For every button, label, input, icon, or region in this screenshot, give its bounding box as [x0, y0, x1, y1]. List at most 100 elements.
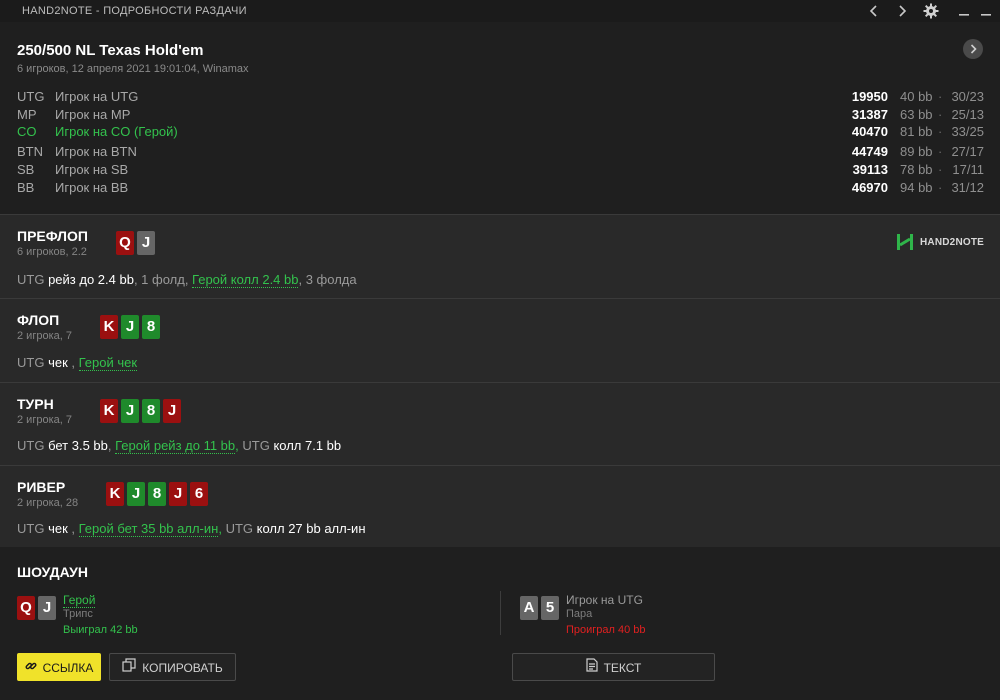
- link-button-label: ССЫЛКА: [42, 660, 94, 675]
- street-preflop: ПРЕФЛОП 6 игроков, 2.2 QJ HAND2NOTE UTG …: [0, 214, 1000, 298]
- action-text: ,: [67, 355, 79, 370]
- action-text: бет 3.5 bb: [44, 438, 108, 453]
- gear-icon[interactable]: [922, 2, 940, 20]
- title-bar: HAND2NOTE - ПОДРОБНОСТИ РАЗДАЧИ: [0, 0, 1000, 22]
- hero-hand-rank: Трипс: [63, 608, 93, 620]
- card: J: [121, 315, 139, 339]
- player-row[interactable]: BTN Игрок на BTN 44749 89 bb · 27/17: [0, 144, 1000, 162]
- card: 6: [190, 482, 208, 506]
- player-row[interactable]: MP Игрок на MP 31387 63 bb · 25/13: [0, 107, 1000, 125]
- card: K: [100, 399, 118, 423]
- player-stack: 19950: [851, 89, 888, 104]
- player-position: SB: [17, 162, 35, 177]
- player-name[interactable]: Игрок на SB: [55, 162, 128, 177]
- action-text: , 1 фолд,: [133, 272, 193, 287]
- player-stats: 17/11: [952, 162, 984, 177]
- hero-name[interactable]: Герой: [63, 593, 96, 608]
- hero-result: Выиграл 42 bb: [63, 624, 138, 636]
- action-player: UTG: [17, 355, 45, 370]
- action-player: UTG: [17, 521, 45, 536]
- player-name[interactable]: Игрок на CO (Герой): [55, 124, 178, 139]
- hole-cards: QJ: [116, 231, 158, 255]
- player-stack-bb: 40 bb: [900, 89, 933, 104]
- copy-button[interactable]: КОПИРОВАТЬ: [109, 653, 236, 681]
- document-icon: [585, 655, 598, 681]
- board-cards: KJ8J6: [106, 482, 211, 506]
- player-stack: 44749: [851, 144, 888, 159]
- street-turn: ТУРН 2 игрока, 7 KJ8J UTG бет 3.5 bb, Ге…: [0, 382, 1000, 465]
- street-river: РИВЕР 2 игрока, 28 KJ8J6 UTG чек , Герой…: [0, 465, 1000, 547]
- street-name: ПРЕФЛОП: [17, 228, 88, 244]
- hero-action[interactable]: Герой бет 35 bb алл-ин: [78, 521, 219, 537]
- action-player: UTG: [17, 438, 45, 453]
- player-position: BTN: [17, 144, 43, 159]
- card: 5: [541, 596, 559, 620]
- player-stack-bb: 94 bb: [900, 180, 933, 195]
- villain-result: Проиграл 40 bb: [566, 624, 646, 636]
- player-name[interactable]: Игрок на BTN: [55, 144, 137, 159]
- board-cards: KJ8J: [100, 399, 184, 423]
- separator-dot: ·: [938, 107, 943, 122]
- player-stack-bb: 81 bb: [900, 124, 933, 139]
- player-stats: 25/13: [951, 107, 984, 122]
- hero-cards: QJ: [17, 596, 59, 620]
- card: Q: [116, 231, 134, 255]
- text-button[interactable]: ТЕКСТ: [512, 653, 715, 681]
- player-row-hero[interactable]: CO Игрок на CO (Герой) 40470 81 bb · 33/…: [0, 124, 1000, 142]
- street-actions: UTG чек , Герой бет 35 bb алл-ин, UTG ко…: [17, 521, 366, 537]
- player-stack-bb: 63 bb: [900, 107, 933, 122]
- logo-text: HAND2NOTE: [920, 237, 985, 248]
- action-text: колл 7.1 bb: [269, 438, 342, 453]
- street-flop: ФЛОП 2 игрока, 7 KJ8 UTG чек , Герой чек: [0, 298, 1000, 382]
- card: K: [100, 315, 118, 339]
- hero-action[interactable]: Герой рейз до 11 bb: [115, 438, 236, 454]
- card: 8: [142, 399, 160, 423]
- street-name: ТУРН: [17, 396, 54, 412]
- separator-dot: ·: [938, 144, 943, 159]
- action-text: чек: [44, 521, 68, 536]
- chevron-right-icon[interactable]: [963, 39, 983, 59]
- player-row[interactable]: SB Игрок на SB 39113 78 bb · 17/11: [0, 162, 1000, 180]
- chevron-left-icon[interactable]: [865, 2, 883, 20]
- action-text: рейз до 2.4 bb: [44, 272, 134, 287]
- game-subtitle: 6 игроков, 12 апреля 2021 19:01:04, Wina…: [17, 63, 249, 75]
- hand2note-logo-icon: [897, 234, 913, 250]
- player-stack-bb: 78 bb: [900, 162, 933, 177]
- player-name[interactable]: Игрок на BB: [55, 180, 128, 195]
- minimize-icon[interactable]: [955, 2, 973, 20]
- showdown-hero: QJ Герой Трипс Выиграл 42 bb: [17, 593, 317, 643]
- divider: [500, 591, 501, 635]
- player-stack: 46970: [851, 180, 888, 195]
- board-cards: KJ8: [100, 315, 163, 339]
- villain-hand-rank: Пара: [566, 608, 593, 620]
- action-player: UTG: [221, 521, 254, 536]
- link-icon: [25, 655, 37, 681]
- villain-cards: A5: [520, 596, 562, 620]
- hero-action[interactable]: Герой чек: [78, 355, 138, 371]
- player-name[interactable]: Игрок на MP: [55, 107, 130, 122]
- player-position: MP: [17, 107, 37, 122]
- player-row[interactable]: BB Игрок на BB 46970 94 bb · 31/12: [0, 180, 1000, 198]
- player-row[interactable]: UTG Игрок на UTG 19950 40 bb · 30/23: [0, 89, 1000, 107]
- player-position: CO: [17, 124, 37, 139]
- card: J: [38, 596, 56, 620]
- action-text: ,: [67, 521, 79, 536]
- link-button[interactable]: ССЫЛКА: [17, 653, 101, 681]
- street-info: 6 игроков, 2.2: [17, 246, 87, 258]
- street-actions: UTG чек , Герой чек: [17, 355, 138, 371]
- action-text: чек: [44, 355, 68, 370]
- game-title: 250/500 NL Texas Hold'em: [17, 42, 204, 59]
- hero-action[interactable]: Герой колл 2.4 bb: [192, 272, 299, 288]
- villain-name[interactable]: Игрок на UTG: [566, 593, 643, 607]
- card: J: [163, 399, 181, 423]
- text-button-label: ТЕКСТ: [603, 660, 642, 675]
- maximize-icon[interactable]: [977, 2, 995, 20]
- action-player: UTG: [238, 438, 270, 453]
- player-stack: 40470: [851, 124, 888, 139]
- player-position: BB: [17, 180, 35, 195]
- chevron-right-icon[interactable]: [893, 2, 911, 20]
- card: J: [169, 482, 187, 506]
- separator-dot: ·: [938, 124, 943, 139]
- player-name[interactable]: Игрок на UTG: [55, 89, 138, 104]
- player-stack: 31387: [851, 107, 888, 122]
